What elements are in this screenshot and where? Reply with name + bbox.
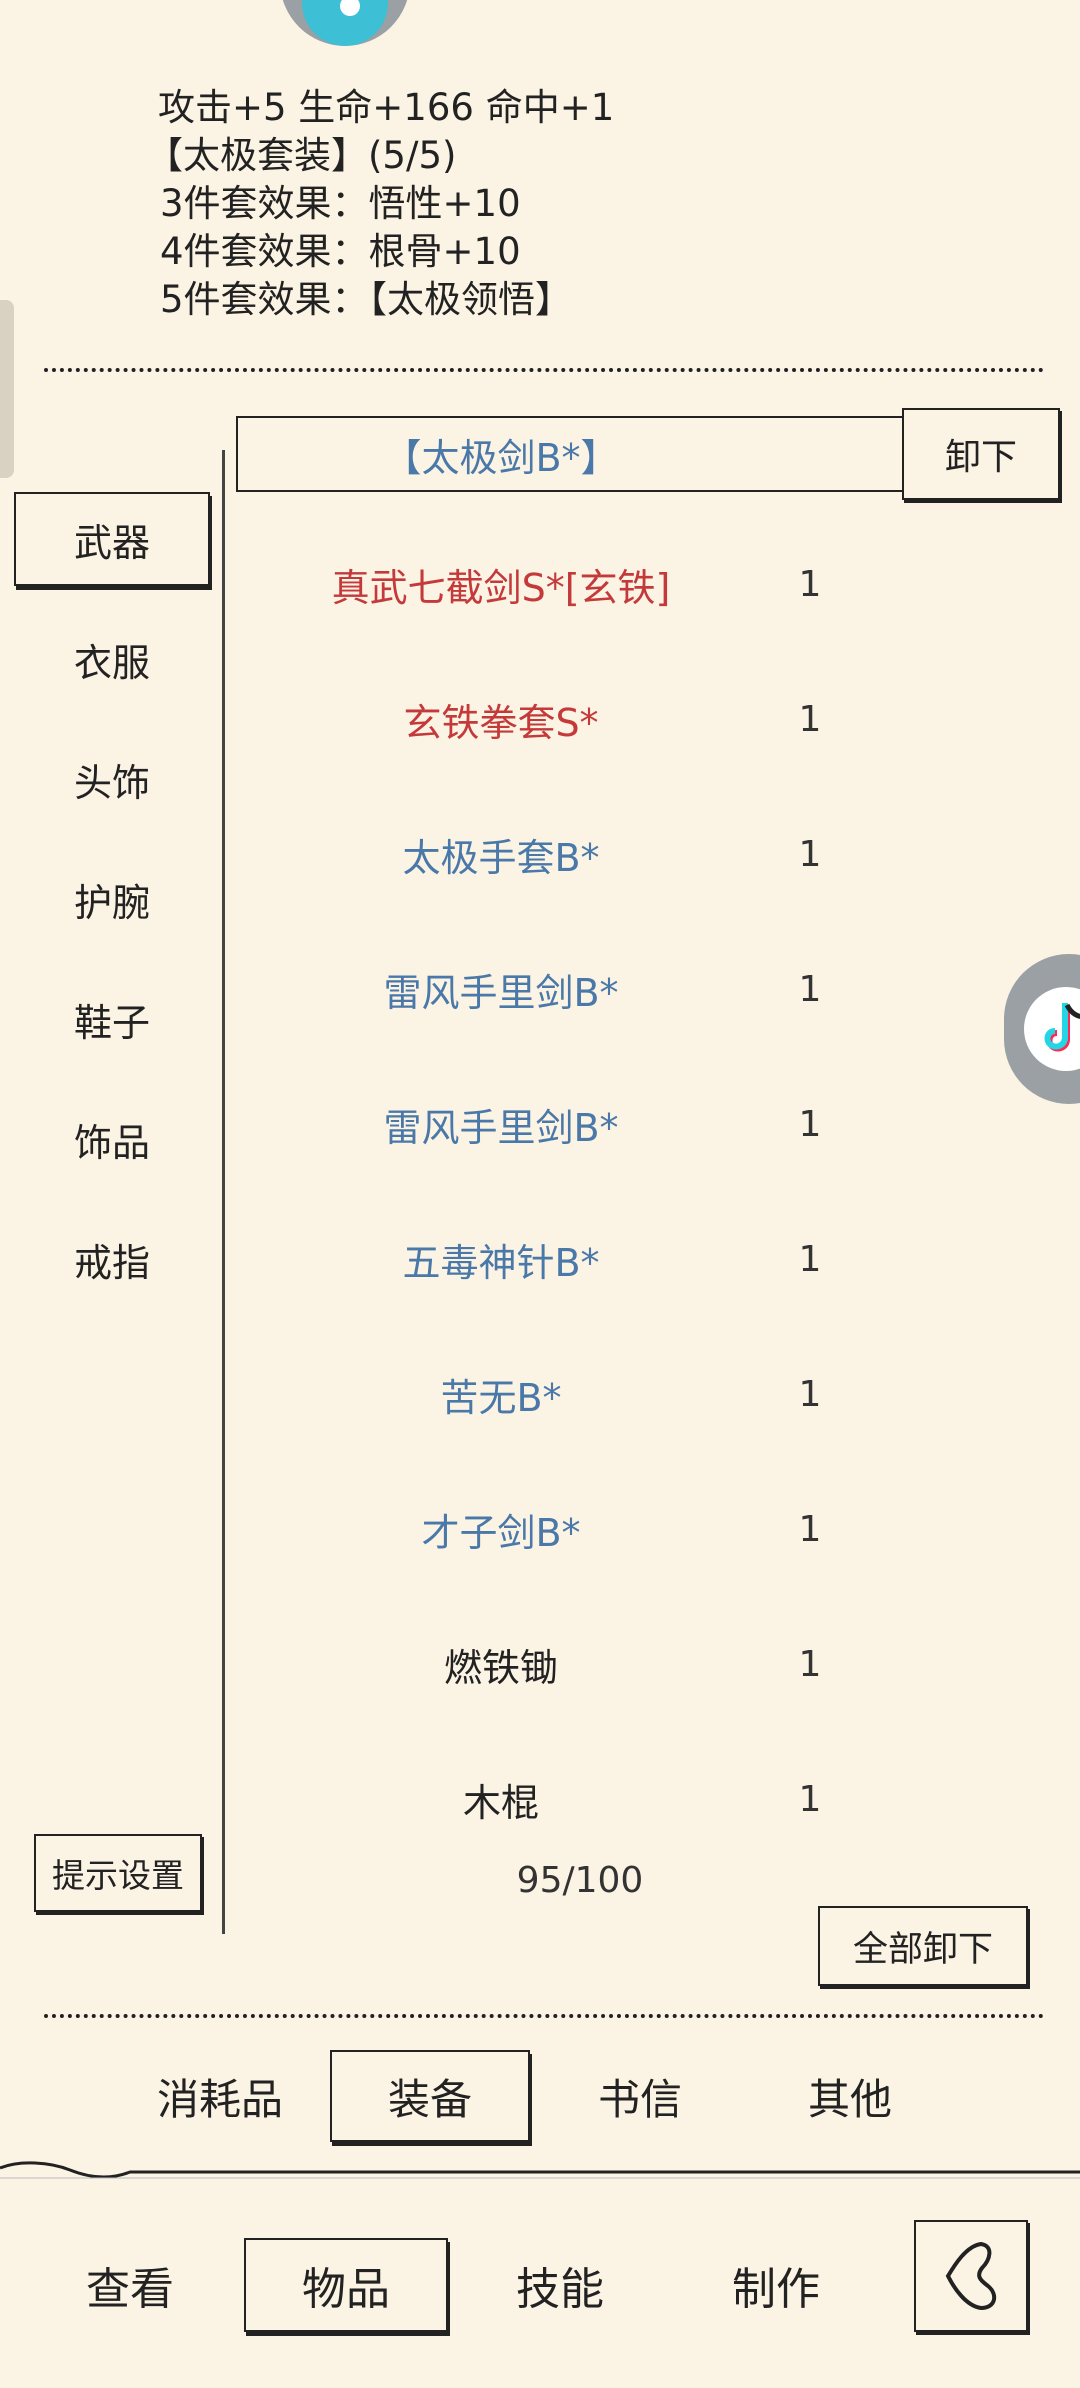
avatar[interactable]: [280, 0, 410, 46]
back-arrow-icon: [945, 2241, 997, 2311]
item-name[interactable]: 木棍: [236, 1759, 766, 1839]
inventory-capacity: 95/100: [516, 1859, 644, 1901]
item-qty: 1: [798, 833, 822, 875]
category-bracer[interactable]: 护腕: [14, 852, 210, 946]
set-effect-3: 3件套效果：悟性+10: [160, 182, 521, 225]
divider-vertical: [222, 450, 225, 1934]
set-effect-4: 4件套效果：根骨+10: [160, 230, 521, 273]
item-qty: 1: [798, 698, 822, 740]
item-name[interactable]: 苦无B*: [236, 1354, 766, 1434]
nav-skills[interactable]: 技能: [490, 2238, 630, 2332]
category-ring[interactable]: 戒指: [14, 1212, 210, 1306]
category-shoes[interactable]: 鞋子: [14, 972, 210, 1066]
item-qty: 1: [798, 1643, 822, 1685]
nav-view[interactable]: 查看: [60, 2238, 200, 2332]
item-name[interactable]: 真武七截剑S*[玄铁]: [236, 544, 766, 624]
item-qty: 1: [798, 563, 822, 605]
item-qty: 1: [798, 1778, 822, 1820]
item-qty: 1: [798, 1103, 822, 1145]
item-qty: 1: [798, 968, 822, 1010]
item-qty: 1: [798, 1238, 822, 1280]
category-weapon[interactable]: 武器: [14, 492, 210, 586]
tab-consumables[interactable]: 消耗品: [140, 2050, 300, 2142]
side-pull-tab[interactable]: [0, 300, 14, 478]
set-stats-line: 攻击+5 生命+166 命中+1: [158, 86, 615, 129]
category-accessory[interactable]: 饰品: [14, 1092, 210, 1186]
tab-equipment[interactable]: 装备: [330, 2050, 530, 2142]
tab-others[interactable]: 其他: [770, 2050, 930, 2142]
equipped-item-name[interactable]: 【太极剑B*】: [236, 416, 766, 492]
nav-items[interactable]: 物品: [244, 2238, 448, 2332]
item-name[interactable]: 才子剑B*: [236, 1489, 766, 1569]
category-clothes[interactable]: 衣服: [14, 612, 210, 706]
set-name: 【太极套装】(5/5): [146, 134, 457, 177]
category-headwear[interactable]: 头饰: [14, 732, 210, 826]
floating-widget[interactable]: [1004, 954, 1080, 1104]
unequip-button[interactable]: 卸下: [902, 408, 1060, 500]
item-name[interactable]: 雷风手里剑B*: [236, 949, 766, 1029]
unequip-all-button[interactable]: 全部卸下: [818, 1906, 1028, 1986]
back-button[interactable]: [914, 2220, 1028, 2332]
tab-letters[interactable]: 书信: [560, 2050, 720, 2142]
wave-divider: [0, 2161, 1080, 2179]
item-qty: 1: [798, 1508, 822, 1550]
tiktok-icon: [1024, 987, 1080, 1071]
item-name[interactable]: 太极手套B*: [236, 814, 766, 894]
hint-settings-button[interactable]: 提示设置: [34, 1834, 202, 1912]
set-effect-5: 5件套效果：【太极领悟】: [160, 278, 573, 321]
divider-bottom: [44, 2014, 1044, 2018]
divider-top: [44, 368, 1044, 372]
item-name[interactable]: 雷风手里剑B*: [236, 1084, 766, 1164]
item-name[interactable]: 玄铁拳套S*: [236, 679, 766, 759]
item-name[interactable]: 燃铁锄: [236, 1624, 766, 1704]
nav-crafting[interactable]: 制作: [706, 2238, 846, 2332]
item-name[interactable]: 五毒神针B*: [236, 1219, 766, 1299]
avatar-image: [302, 0, 388, 46]
item-qty: 1: [798, 1373, 822, 1415]
